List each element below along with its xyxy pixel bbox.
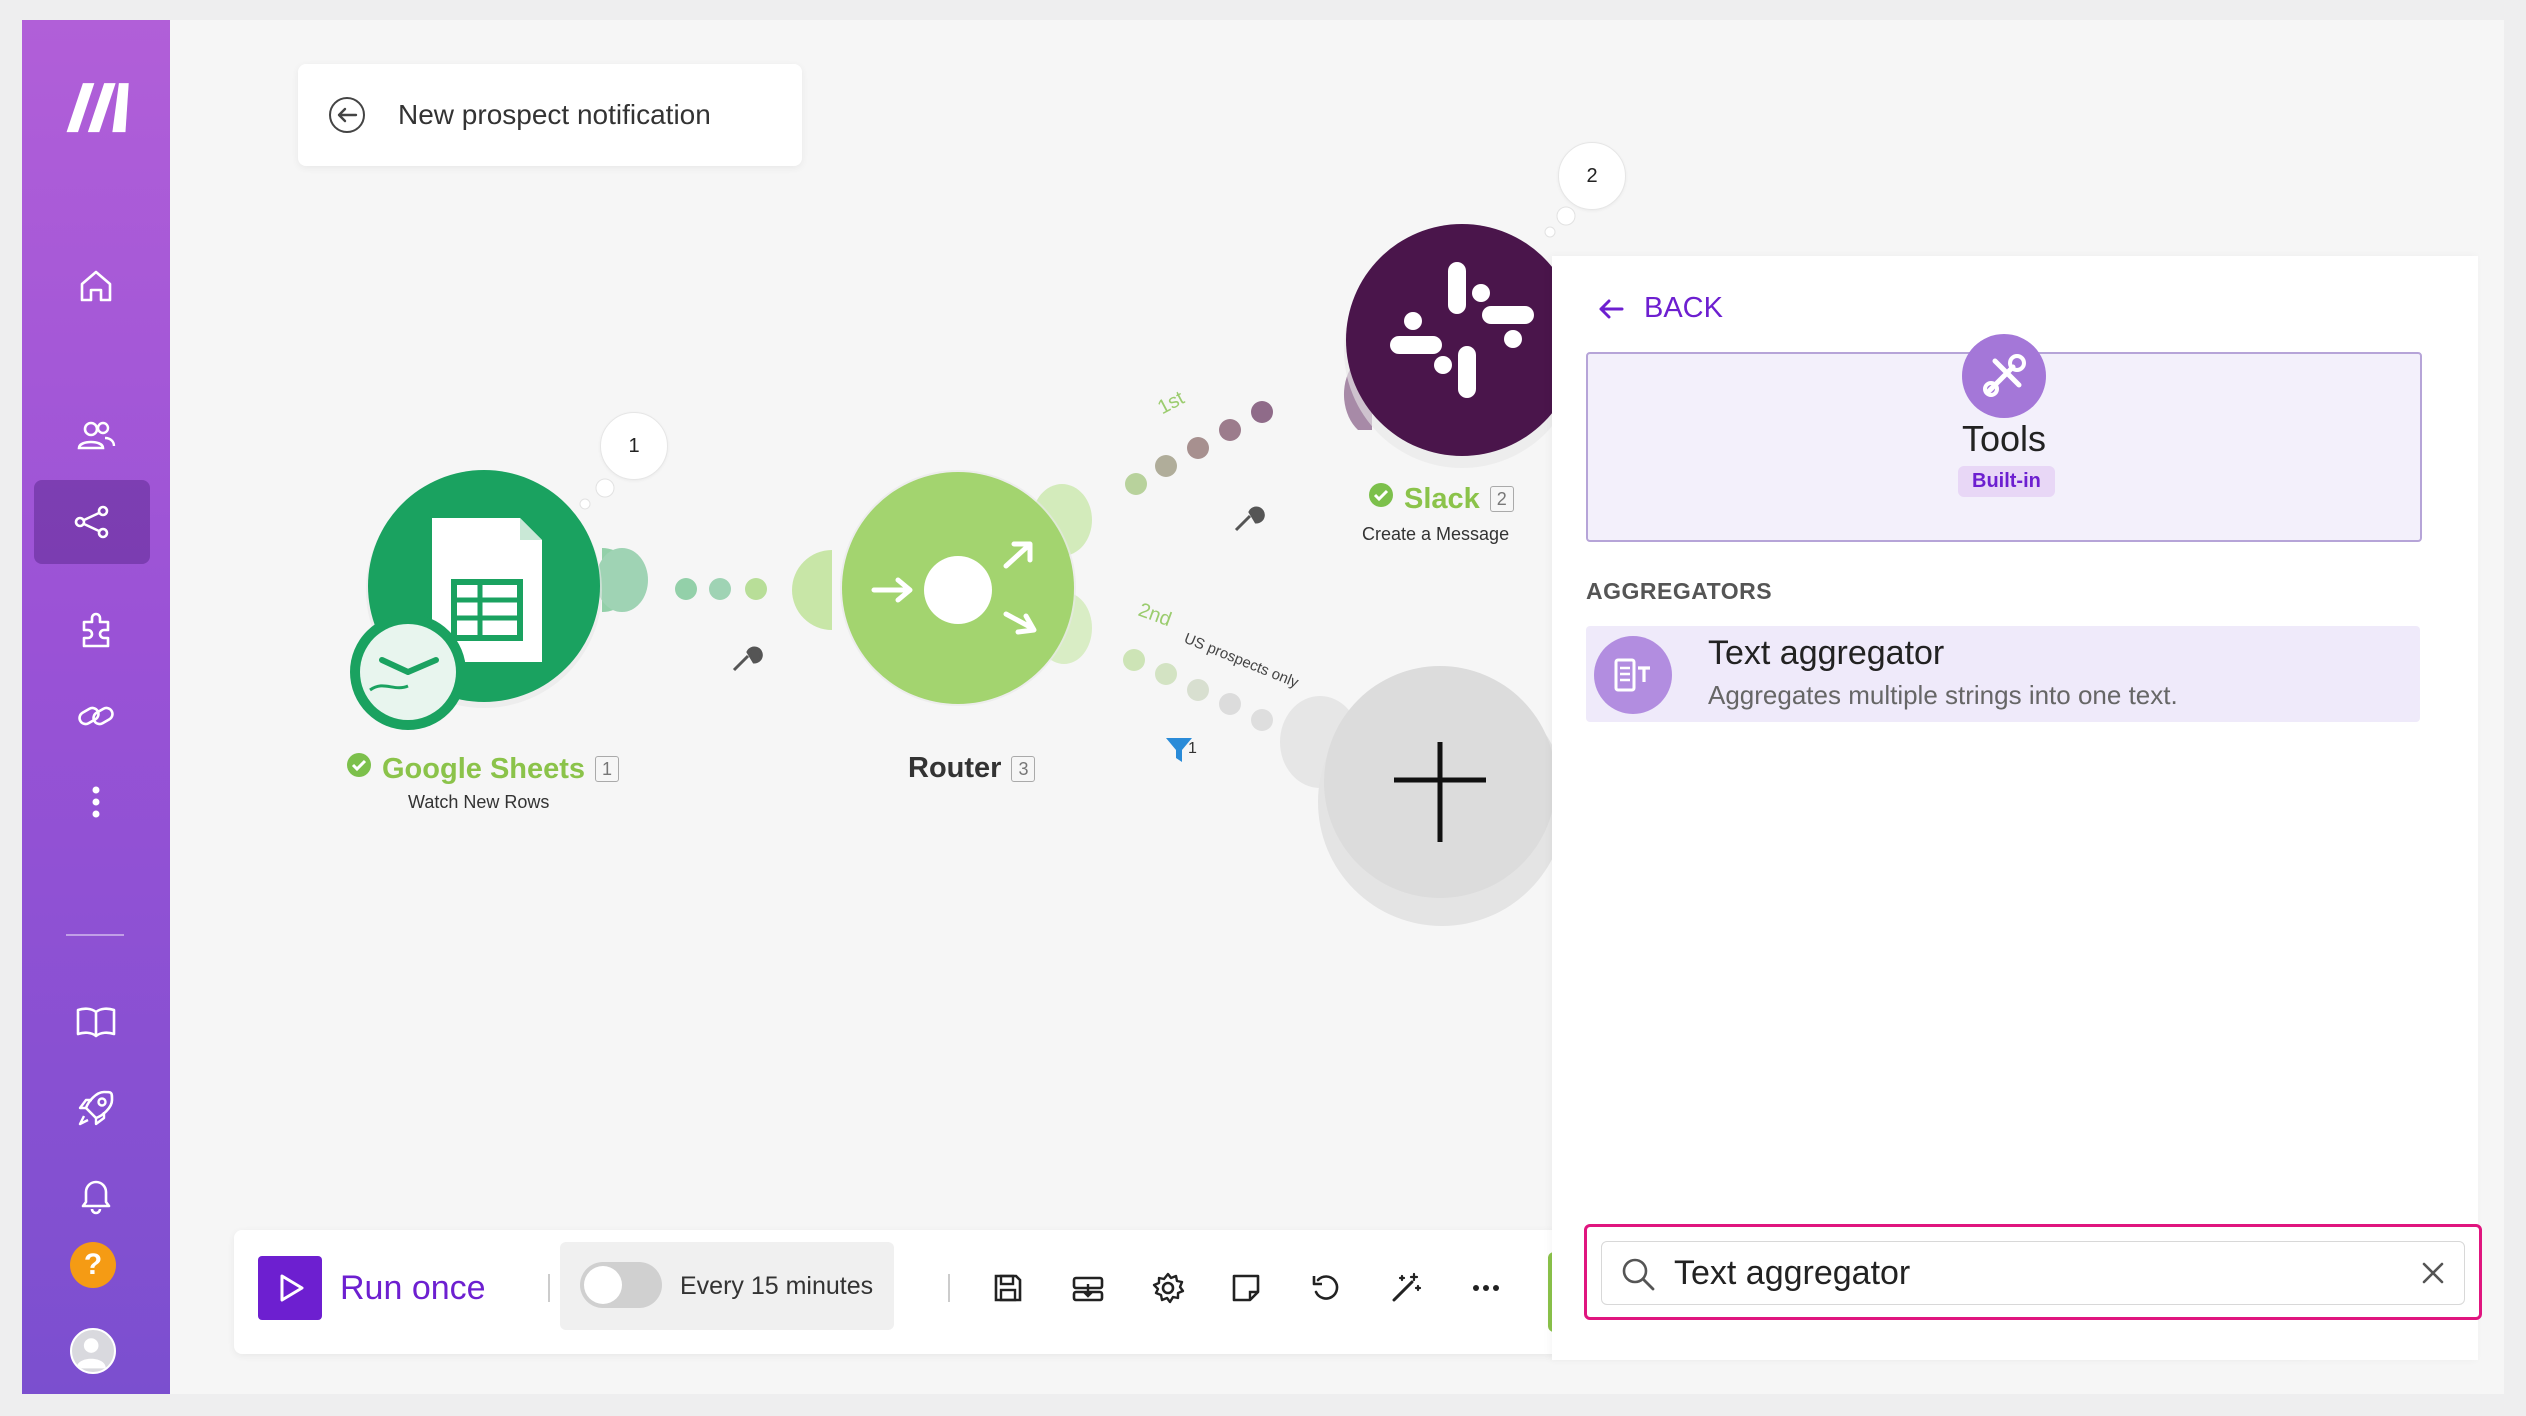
wrench-icon[interactable] <box>732 646 763 672</box>
schedule-label[interactable]: Every 15 minutes <box>680 1272 873 1301</box>
connector-dot <box>1251 401 1273 423</box>
module-label-slack[interactable]: Slack 2 <box>1368 482 1514 516</box>
more-options-icon[interactable] <box>1464 1266 1508 1310</box>
connector-dot <box>745 578 767 600</box>
filter-count: 1 <box>1188 740 1197 757</box>
check-icon <box>346 752 372 786</box>
module-ear <box>792 550 832 630</box>
run-once-label: Run once <box>340 1268 486 1307</box>
run-once-button[interactable]: Run once <box>258 1256 486 1320</box>
module-name: Google Sheets <box>382 752 586 785</box>
close-icon[interactable] <box>2418 1258 2448 1288</box>
export-icon[interactable] <box>1066 1266 1110 1310</box>
module-label-router[interactable]: Router 3 <box>908 752 1036 785</box>
app-name: Tools <box>1961 418 2047 459</box>
builtin-badge: Built-in <box>1958 466 2055 497</box>
module-id-badge: 3 <box>1011 755 1036 782</box>
back-button[interactable]: BACK <box>1596 292 1723 325</box>
arrow-left-icon <box>1599 299 1624 318</box>
router-hub-icon <box>924 556 992 624</box>
bubble-trail <box>1544 226 1556 238</box>
settings-icon[interactable] <box>1146 1266 1190 1310</box>
connector-dot <box>1219 419 1241 441</box>
slack-node[interactable] <box>1346 224 1578 456</box>
toolbar-divider <box>948 1274 950 1302</box>
play-icon <box>258 1256 322 1320</box>
bubble-trail <box>579 498 591 510</box>
bubble-trail <box>1556 206 1576 226</box>
result-title: Text aggregator <box>1708 634 1945 672</box>
module-id-badge: 2 <box>1489 486 1514 512</box>
check-icon <box>1368 482 1394 516</box>
connector-dot <box>1155 455 1177 477</box>
wrench-icon[interactable] <box>1234 506 1265 532</box>
section-heading: AGGREGATORS <box>1586 578 1773 604</box>
module-bubble-sheets: 1 <box>600 412 668 480</box>
back-arrow-icon[interactable] <box>328 96 366 134</box>
connector-dot <box>1123 649 1145 671</box>
bubble-trail <box>595 478 615 498</box>
schedule-control: Every 15 minutes <box>560 1242 894 1330</box>
selected-app-card[interactable]: Tools Built-in <box>1586 334 2422 542</box>
connector-dot <box>1187 437 1209 459</box>
connector-dot <box>675 578 697 600</box>
text-aggregator-icon <box>1594 636 1672 714</box>
module-ear <box>596 548 648 612</box>
module-bubble-slack: 2 <box>1558 142 1626 210</box>
undo-icon[interactable] <box>1304 1266 1348 1310</box>
search-box <box>1601 1241 2465 1305</box>
magic-wand-icon[interactable] <box>1384 1266 1428 1310</box>
result-description: Aggregates multiple strings into one tex… <box>1708 680 2178 710</box>
connector-dot <box>709 578 731 600</box>
notes-icon[interactable] <box>1224 1266 1268 1310</box>
search-icon <box>1622 1258 1655 1291</box>
scenario-title-card: New prospect notification <box>298 64 802 166</box>
search-input[interactable] <box>1674 1248 2414 1298</box>
connector-dot <box>1155 663 1177 685</box>
save-icon[interactable] <box>986 1266 1030 1310</box>
module-name: Slack <box>1404 482 1480 515</box>
schedule-toggle[interactable] <box>580 1262 662 1308</box>
app-frame: ? 1 2 1st 2nd US prospects only 1 Google… <box>22 20 2504 1394</box>
module-action-slack: Create a Message <box>1362 524 1510 544</box>
list-item[interactable]: Text aggregator Aggregates multiple stri… <box>1586 626 2420 722</box>
connector-dot <box>1187 679 1209 701</box>
module-id-badge: 1 <box>595 756 620 782</box>
scenario-name[interactable]: New prospect notification <box>398 99 711 131</box>
connector-dot <box>1251 709 1273 731</box>
connector-dot <box>1125 473 1147 495</box>
module-action-sheets: Watch New Rows <box>408 792 550 812</box>
toolbar-divider <box>548 1274 550 1302</box>
module-label-sheets[interactable]: Google Sheets 1 <box>346 752 620 786</box>
module-name: Router <box>908 752 1002 784</box>
back-label: BACK <box>1644 292 1723 324</box>
connector-dot <box>1219 693 1241 715</box>
tools-icon <box>1962 334 2046 418</box>
search-highlight <box>1584 1224 2482 1320</box>
module-picker-panel: BACK Tools Built-in AGGREGATORS Text agg… <box>1552 256 2478 1360</box>
